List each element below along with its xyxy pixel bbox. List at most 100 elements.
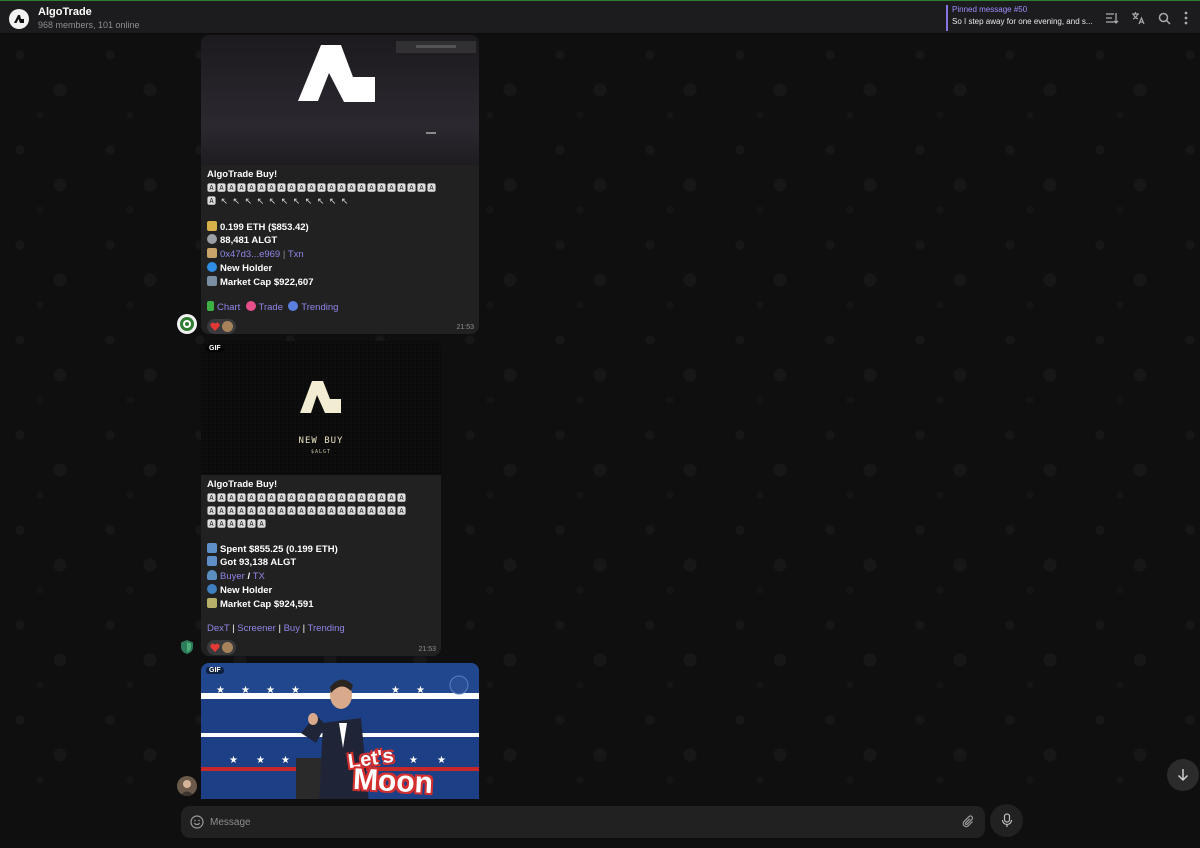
attach-icon[interactable] bbox=[962, 815, 975, 832]
swap-icon bbox=[207, 556, 217, 567]
spent-line: Spent $855.25 (0.199 ETH) bbox=[207, 542, 435, 557]
eth-amount-line: 0.199 ETH ($853.42) bbox=[207, 220, 473, 235]
microphone-icon bbox=[1001, 813, 1012, 827]
emoji-row: 🅰🅰🅰🅰🅰🅰🅰🅰🅰🅰🅰🅰🅰🅰🅰🅰🅰🅰🅰🅰 bbox=[207, 505, 408, 516]
gif-scene: ★ ★ ★ ★ ★ ★ ★ ★ ★ ★ ★ ★ bbox=[201, 663, 479, 803]
message-text: AlgoTrade Buy! 🅰🅰🅰🅰🅰🅰🅰🅰🅰🅰🅰🅰🅰🅰🅰🅰🅰🅰🅰🅰🅰🅰🅰 🅰… bbox=[201, 165, 479, 315]
got-line: Got 93,138 ALGT bbox=[207, 556, 435, 570]
message-composer bbox=[181, 806, 985, 838]
heart-icon bbox=[210, 322, 220, 331]
emoji-row: 🅰 ↖ ↖ ↖ ↖ ↖ ↖ ↖ ↖ ↖ ↖ ↖ bbox=[207, 195, 350, 206]
address-link[interactable]: 0x47d3...e969 bbox=[220, 249, 280, 260]
person-icon bbox=[207, 570, 217, 581]
gif-subtitle: $ALGT bbox=[310, 449, 332, 455]
pinned-list-icon[interactable] bbox=[1104, 10, 1120, 26]
svg-text:★: ★ bbox=[391, 685, 400, 696]
shield-icon bbox=[181, 640, 193, 654]
trade-icon bbox=[245, 301, 256, 312]
gif-title: NEW BUY bbox=[298, 436, 344, 446]
chat-background bbox=[0, 35, 1200, 848]
search-icon[interactable] bbox=[1156, 10, 1172, 26]
trending-link[interactable]: Trending bbox=[308, 623, 345, 634]
money-icon bbox=[207, 220, 217, 231]
algotrade-logo-icon bbox=[298, 41, 476, 134]
message-bubble[interactable]: AlgoTrade Buy! 🅰🅰🅰🅰🅰🅰🅰🅰🅰🅰🅰🅰🅰🅰🅰🅰🅰🅰🅰🅰🅰🅰🅰 🅰… bbox=[201, 35, 479, 334]
chart-icon bbox=[207, 275, 217, 286]
arrow-down-icon bbox=[1177, 769, 1189, 782]
token-amount-line: 88,481 ALGT bbox=[207, 234, 473, 248]
svg-text:★: ★ bbox=[409, 755, 418, 766]
chart-link[interactable]: Chart bbox=[217, 302, 240, 313]
buyer-link[interactable]: Buyer bbox=[220, 571, 245, 582]
screener-link[interactable]: Screener bbox=[237, 623, 276, 634]
money-wings-icon bbox=[207, 597, 217, 608]
market-cap-line: Market Cap $924,591 bbox=[207, 597, 435, 612]
scroll-to-bottom-button[interactable] bbox=[1167, 759, 1199, 791]
reactions bbox=[201, 315, 479, 334]
message-sender: AlgoTrade Buy! bbox=[207, 479, 278, 490]
chat-title[interactable]: AlgoTrade bbox=[38, 6, 92, 18]
market-cap-line: Market Cap $922,607 bbox=[207, 275, 473, 290]
reactor-avatar bbox=[222, 641, 233, 653]
pinned-message-text: So I step away for one evening, and s... bbox=[952, 17, 1093, 26]
bar-chart-icon bbox=[207, 301, 214, 312]
reactor-avatar bbox=[222, 320, 233, 332]
link-row: Chart Trade Trending bbox=[207, 301, 473, 315]
chat-header: AlgoTrade 968 members, 101 online Pinned… bbox=[0, 1, 1200, 34]
message-gif[interactable]: ★ ★ ★ ★ ★ ★ ★ ★ ★ ★ ★ ★ Let's Moon GIF bbox=[201, 663, 479, 803]
buy-link[interactable]: Buy bbox=[284, 623, 300, 634]
txn-link[interactable]: Txn bbox=[288, 249, 304, 260]
svg-text:★: ★ bbox=[256, 755, 265, 766]
message-bubble[interactable]: GIF NEW BUY $ALGT AlgoTrade Buy! 🅰🅰🅰🅰🅰🅰🅰… bbox=[201, 341, 441, 656]
tx-link[interactable]: TX bbox=[253, 571, 265, 582]
algotrade-logo-icon bbox=[14, 15, 24, 23]
emoji-row: 🅰🅰🅰🅰🅰🅰 bbox=[207, 518, 268, 529]
sender-avatar[interactable] bbox=[177, 637, 197, 657]
pinned-message-title: Pinned message #50 bbox=[952, 5, 1028, 14]
emoji-row: 🅰🅰🅰🅰🅰🅰🅰🅰🅰🅰🅰🅰🅰🅰🅰🅰🅰🅰🅰🅰🅰🅰🅰 bbox=[207, 182, 438, 193]
svg-text:★: ★ bbox=[437, 755, 446, 766]
message-time: 21:53 bbox=[456, 324, 474, 331]
gif-caption-bottom: Moon bbox=[352, 762, 434, 801]
pinned-message[interactable]: Pinned message #50 So I step away for on… bbox=[946, 5, 1098, 31]
heart-reaction[interactable] bbox=[207, 318, 236, 334]
message-bubble[interactable]: ★ ★ ★ ★ ★ ★ ★ ★ ★ ★ ★ ★ Let's Moon GIF bbox=[201, 663, 479, 803]
svg-text:★: ★ bbox=[229, 755, 238, 766]
message-time: 21:53 bbox=[418, 646, 436, 653]
svg-text:★: ★ bbox=[291, 685, 300, 696]
trade-link[interactable]: Trade bbox=[259, 302, 283, 313]
svg-text:★: ★ bbox=[241, 685, 250, 696]
emoji-icon[interactable] bbox=[190, 815, 204, 829]
message-media[interactable] bbox=[201, 35, 479, 165]
trending-link[interactable]: Trending bbox=[301, 302, 338, 313]
translate-icon[interactable] bbox=[1130, 10, 1146, 26]
check-icon bbox=[207, 261, 217, 272]
heart-icon bbox=[210, 643, 220, 652]
link-row: DexT | Screener | Buy | Trending bbox=[207, 623, 345, 635]
message-text: AlgoTrade Buy! 🅰🅰🅰🅰🅰🅰🅰🅰🅰🅰🅰🅰🅰🅰🅰🅰🅰🅰🅰🅰 🅰🅰🅰🅰… bbox=[201, 475, 441, 636]
coin-icon bbox=[207, 234, 217, 245]
message-input[interactable] bbox=[210, 816, 910, 828]
globe-icon bbox=[207, 583, 217, 594]
swap-icon bbox=[207, 542, 217, 553]
holder-line: New Holder bbox=[207, 583, 435, 598]
svg-text:★: ★ bbox=[281, 755, 290, 766]
emoji-row: 🅰🅰🅰🅰🅰🅰🅰🅰🅰🅰🅰🅰🅰🅰🅰🅰🅰🅰🅰🅰 bbox=[207, 492, 408, 503]
svg-text:★: ★ bbox=[266, 685, 275, 696]
holder-line: New Holder bbox=[207, 261, 473, 276]
buyer-line: Buyer / TX bbox=[207, 570, 435, 584]
heart-reaction[interactable] bbox=[207, 639, 236, 655]
message-sender: AlgoTrade Buy! bbox=[207, 169, 278, 180]
voice-record-button[interactable] bbox=[990, 804, 1023, 837]
sender-avatar[interactable] bbox=[177, 314, 197, 334]
chat-avatar[interactable] bbox=[9, 9, 29, 29]
address-line: 0x47d3...e969 | Txn bbox=[207, 248, 473, 262]
svg-text:★: ★ bbox=[416, 685, 425, 696]
message-gif[interactable]: GIF NEW BUY $ALGT bbox=[201, 341, 441, 475]
reactions bbox=[201, 636, 441, 655]
chat-member-count: 968 members, 101 online bbox=[38, 20, 140, 30]
ethereum-icon bbox=[288, 301, 299, 312]
dext-link[interactable]: DexT bbox=[207, 623, 230, 634]
more-options-icon[interactable] bbox=[1178, 10, 1194, 26]
sender-avatar[interactable] bbox=[177, 776, 197, 796]
